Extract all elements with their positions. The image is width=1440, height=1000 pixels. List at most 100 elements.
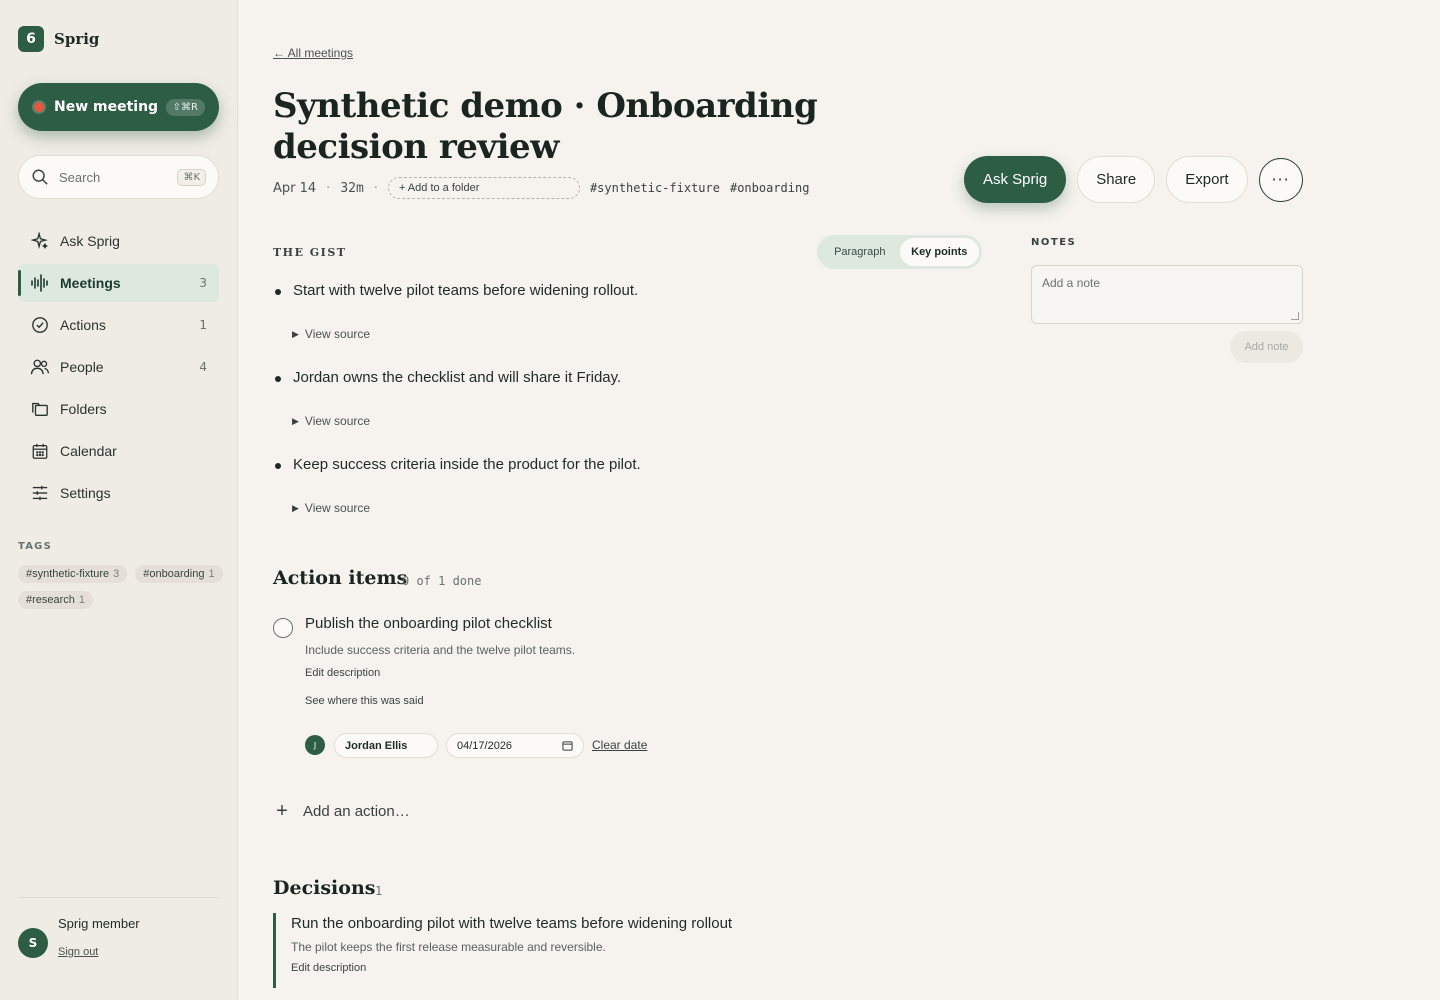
brand-name: Sprig bbox=[54, 30, 100, 48]
new-meeting-button[interactable]: New meeting ⇧⌘R bbox=[18, 83, 219, 131]
see-source-link[interactable]: See where this was said bbox=[305, 695, 424, 707]
export-button[interactable]: Export bbox=[1166, 156, 1248, 203]
clear-date-link[interactable]: Clear date bbox=[592, 738, 647, 752]
tags-heading: TAGS bbox=[18, 541, 52, 552]
view-source-label: View source bbox=[304, 327, 371, 341]
assignee-select[interactable]: Jordan Ellis bbox=[334, 733, 438, 758]
search-input[interactable]: Search ⌘K bbox=[18, 155, 219, 199]
note-input[interactable]: Add a note bbox=[1031, 265, 1303, 324]
notes-heading: NOTES bbox=[1031, 237, 1077, 248]
due-date-input[interactable]: 04/17/2026 bbox=[446, 733, 584, 758]
tag-name: #onboarding bbox=[143, 568, 205, 580]
tag-name: #research bbox=[26, 594, 75, 606]
sidebar: 6 Sprig New meeting ⇧⌘R Search ⌘K Ask Sp… bbox=[0, 0, 238, 1000]
sidebar-item-ask-sprig[interactable]: Ask Sprig bbox=[18, 222, 219, 260]
view-source-label: View source bbox=[304, 414, 371, 428]
new-meeting-shortcut: ⇧⌘R bbox=[165, 98, 205, 116]
meeting-meta: Apr 14 · 32m · + Add to a folder #synthe… bbox=[273, 177, 809, 199]
share-button[interactable]: Share bbox=[1077, 156, 1156, 203]
add-note-button[interactable]: Add note bbox=[1230, 331, 1303, 363]
edit-description-button[interactable]: Edit description bbox=[291, 962, 873, 974]
sidebar-item-count: 1 bbox=[199, 318, 207, 332]
gist-point: Start with twelve pilot teams before wid… bbox=[293, 282, 639, 299]
ask-sprig-button[interactable]: Ask Sprig bbox=[964, 156, 1067, 203]
gist-point: Jordan owns the checklist and will share… bbox=[293, 369, 622, 386]
meeting-tag[interactable]: #synthetic-fixture bbox=[590, 181, 720, 195]
sidebar-divider bbox=[18, 897, 219, 898]
back-to-meetings-link[interactable]: ← All meetings bbox=[273, 46, 353, 60]
disclosure-triangle-icon: ▶ bbox=[292, 328, 299, 339]
meeting-tag[interactable]: #onboarding bbox=[730, 181, 809, 195]
add-to-folder-button[interactable]: + Add to a folder bbox=[387, 177, 580, 199]
sidebar-item-settings[interactable]: Settings bbox=[18, 474, 219, 512]
meeting-date: Apr 14 bbox=[273, 180, 317, 196]
decision-title[interactable]: Run the onboarding pilot with twelve tea… bbox=[291, 915, 873, 932]
sidebar-item-count: 4 bbox=[199, 360, 207, 374]
toggle-paragraph[interactable]: Paragraph bbox=[820, 238, 900, 266]
people-icon bbox=[30, 357, 50, 377]
tag-chip[interactable]: #onboarding 1 bbox=[135, 565, 223, 583]
tag-name: #synthetic-fixture bbox=[26, 568, 110, 580]
search-icon bbox=[32, 169, 48, 185]
sidebar-nav: Ask Sprig Meetings 3 Actions 1 People 4 … bbox=[18, 222, 219, 516]
plus-icon: + bbox=[276, 800, 288, 822]
toggle-key-points[interactable]: Key points bbox=[899, 238, 979, 266]
view-source-toggle[interactable]: ▶ View source bbox=[292, 414, 370, 428]
calendar-icon bbox=[30, 441, 50, 461]
sidebar-item-label: People bbox=[60, 359, 104, 375]
avatar[interactable]: S bbox=[18, 928, 48, 958]
sidebar-item-actions[interactable]: Actions 1 bbox=[18, 306, 219, 344]
view-source-label: View source bbox=[304, 501, 371, 515]
avatar: J bbox=[305, 735, 325, 755]
gist-heading: THE GIST bbox=[273, 246, 347, 259]
bullet-icon bbox=[275, 289, 281, 295]
search-placeholder: Search bbox=[59, 169, 101, 185]
meeting-duration: 32m bbox=[340, 180, 364, 196]
tag-count: 1 bbox=[78, 594, 86, 606]
brand[interactable]: 6 Sprig bbox=[18, 26, 99, 52]
view-source-toggle[interactable]: ▶ View source bbox=[292, 501, 370, 515]
edit-description-button[interactable]: Edit description bbox=[305, 667, 380, 679]
decisions-count: 1 bbox=[375, 884, 383, 898]
add-action-button[interactable]: + Add an action… bbox=[273, 800, 410, 823]
action-items-heading: Action items bbox=[273, 567, 408, 589]
gist-list: Start with twelve pilot teams before wid… bbox=[273, 280, 973, 541]
resize-handle-icon[interactable] bbox=[1291, 312, 1299, 320]
view-source-toggle[interactable]: ▶ View source bbox=[292, 327, 370, 341]
list-item: Start with twelve pilot teams before wid… bbox=[273, 280, 973, 367]
sidebar-item-label: Folders bbox=[60, 401, 107, 417]
sidebar-item-people[interactable]: People 4 bbox=[18, 348, 219, 386]
page-title: Synthetic demo · Onboarding decision rev… bbox=[273, 86, 818, 167]
action-description: Include success criteria and the twelve … bbox=[305, 643, 576, 657]
sign-out-link[interactable]: Sign out bbox=[58, 946, 98, 958]
sidebar-item-count: 3 bbox=[199, 276, 207, 290]
meta-separator: · bbox=[326, 180, 331, 196]
bullet-icon bbox=[275, 463, 281, 469]
action-items-progress: 0 of 1 done bbox=[402, 574, 482, 588]
sidebar-item-label: Meetings bbox=[60, 275, 121, 291]
list-item: Keep success criteria inside the product… bbox=[273, 454, 973, 541]
note-placeholder: Add a note bbox=[1042, 276, 1101, 290]
check-circle-icon bbox=[30, 315, 50, 335]
action-complete-checkbox[interactable] bbox=[273, 618, 293, 638]
tag-chip[interactable]: #research 1 bbox=[18, 591, 94, 609]
header-actions: Ask Sprig Share Export ··· bbox=[964, 156, 1303, 203]
sidebar-item-calendar[interactable]: Calendar bbox=[18, 432, 219, 470]
list-item: Jordan owns the checklist and will share… bbox=[273, 367, 973, 454]
tags-list: #synthetic-fixture 3 #onboarding 1 #resear… bbox=[18, 565, 223, 609]
sidebar-item-meetings[interactable]: Meetings 3 bbox=[18, 264, 219, 302]
waveform-icon bbox=[30, 273, 50, 293]
action-title[interactable]: Publish the onboarding pilot checklist bbox=[305, 615, 552, 632]
more-options-button[interactable]: ··· bbox=[1258, 157, 1303, 202]
sidebar-item-label: Calendar bbox=[60, 443, 117, 459]
tag-count: 1 bbox=[208, 568, 215, 580]
due-date-value: 04/17/2026 bbox=[457, 739, 513, 752]
new-meeting-label: New meeting bbox=[54, 99, 159, 115]
calendar-icon[interactable] bbox=[562, 740, 573, 751]
disclosure-triangle-icon: ▶ bbox=[292, 415, 299, 426]
sidebar-item-folders[interactable]: Folders bbox=[18, 390, 219, 428]
sidebar-item-label: Settings bbox=[60, 485, 111, 501]
sparkle-icon bbox=[30, 231, 50, 251]
tag-chip[interactable]: #synthetic-fixture 3 bbox=[18, 565, 128, 583]
disclosure-triangle-icon: ▶ bbox=[292, 502, 299, 513]
